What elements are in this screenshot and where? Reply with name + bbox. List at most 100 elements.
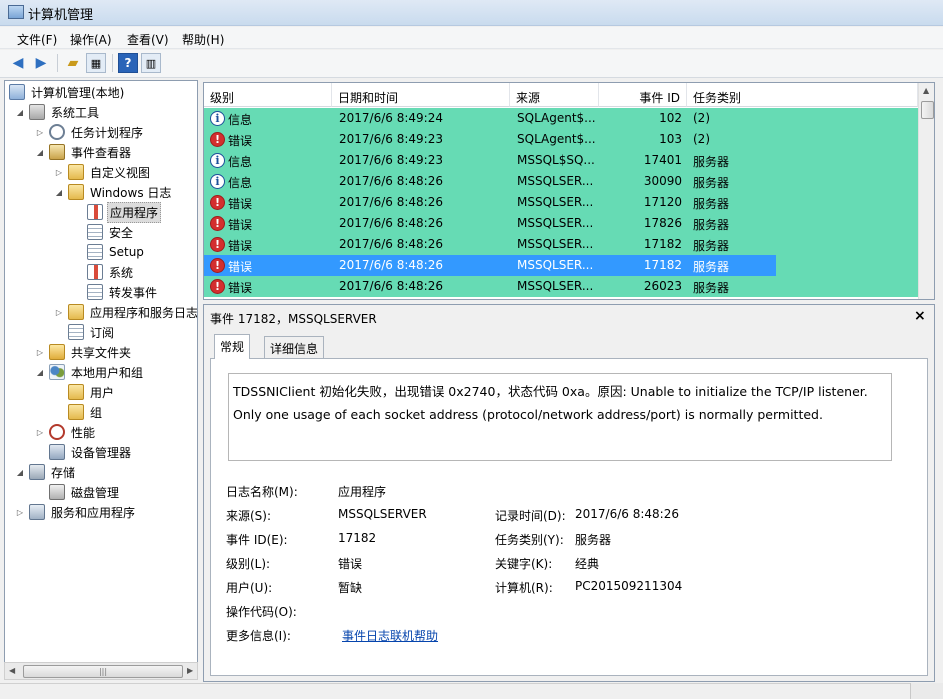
source-value: MSSQLSERVER — [338, 507, 427, 521]
tree-item-windows-logs[interactable]: ◢ Windows 日志 — [54, 182, 173, 202]
expand-arrow-icon[interactable]: ▷ — [35, 348, 45, 357]
cell-level: 错误 — [228, 239, 253, 253]
disk-icon — [49, 484, 65, 500]
tree-item-device-manager[interactable]: 设备管理器 — [49, 442, 133, 462]
column-header-level[interactable]: 级别 — [204, 83, 332, 107]
cell-level: 错误 — [228, 260, 253, 274]
tree-item-system-tools[interactable]: ◢ 系统工具 — [15, 102, 101, 122]
expand-arrow-icon[interactable]: ▷ — [54, 168, 64, 177]
column-header-source[interactable]: 来源 — [510, 83, 599, 107]
tree-item-disk-management[interactable]: 磁盘管理 — [49, 482, 121, 502]
help-icon[interactable]: ? — [118, 53, 138, 73]
computer-icon — [9, 84, 25, 100]
collapse-arrow-icon[interactable]: ◢ — [15, 468, 25, 477]
cell-event-id: 102 — [659, 111, 682, 125]
tree-item-performance[interactable]: ▷ 性能 — [35, 422, 97, 442]
event-row[interactable]: ! 错误 2017/6/6 8:48:26 MSSQLSER... 17182 服务器 — [204, 255, 918, 276]
online-help-link[interactable]: 事件日志联机帮助 — [342, 627, 438, 644]
expand-arrow-icon[interactable]: ▷ — [15, 508, 25, 517]
scroll-left-arrow-icon[interactable]: ◀ — [9, 666, 15, 675]
menu-action[interactable]: 操作(A) — [70, 31, 112, 48]
tree-item-shared-folders[interactable]: ▷ 共享文件夹 — [35, 342, 133, 362]
error-icon: ! — [210, 237, 225, 252]
task-category-value: 服务器 — [575, 533, 612, 547]
forward-arrow-icon[interactable]: ▶ — [31, 53, 51, 73]
expand-arrow-icon[interactable]: ▷ — [35, 428, 45, 437]
tree-item-task-scheduler[interactable]: ▷ 任务计划程序 — [35, 122, 145, 142]
resize-grip[interactable] — [910, 683, 943, 699]
expand-arrow-icon[interactable]: ▷ — [35, 128, 45, 137]
event-row[interactable]: i 信息 2017/6/6 8:48:26 MSSQLSER... 30090 服务器 — [204, 171, 918, 192]
tab-general[interactable]: 常规 — [214, 334, 251, 359]
event-row[interactable]: ! 错误 2017/6/6 8:48:26 MSSQLSER... 17826 服务器 — [204, 213, 918, 234]
up-folder-icon[interactable]: ▰ — [63, 53, 83, 73]
event-id-label: 事件 ID(E): — [226, 533, 288, 547]
event-detail-pane: 事件 17182，MSSQLSERVER × 常规 详细信息 TDSSNICli… — [203, 304, 935, 682]
cell-source: MSSQLSER... — [517, 195, 594, 209]
row-selection-highlight — [204, 255, 776, 276]
tree-item-groups[interactable]: 组 — [68, 402, 104, 422]
show-hide-tree-icon[interactable]: ▦ — [86, 53, 106, 73]
navigation-tree[interactable]: 计算机管理(本地) ◢ 系统工具 ▷ 任务计划程序 ◢ 事件查看器 ▷ 自定义视图 ◢ W… — [4, 80, 198, 680]
column-header-event-id[interactable]: 事件 ID — [599, 83, 687, 107]
column-header-datetime[interactable]: 日期和时间 — [332, 83, 510, 107]
show-hide-action-pane-icon[interactable]: ▥ — [141, 53, 161, 73]
tree-item-setup-log[interactable]: Setup — [87, 242, 146, 262]
collapse-arrow-icon[interactable]: ◢ — [35, 368, 45, 377]
event-row[interactable]: ! 错误 2017/6/6 8:49:23 SQLAgent$... 103 (2) — [204, 129, 918, 150]
tree-item-storage[interactable]: ◢ 存储 — [15, 462, 77, 482]
tree-item-application-log[interactable]: 应用程序 — [87, 201, 162, 223]
column-header-task-category[interactable]: 任务类别 — [687, 83, 918, 107]
event-row[interactable]: i 信息 2017/6/6 8:49:24 SQLAgent$... 102 (2) — [204, 108, 918, 129]
event-message[interactable]: TDSSNIClient 初始化失败，出现错误 0x2740，状态代码 0xa。… — [228, 373, 892, 461]
expand-arrow-icon[interactable]: ▷ — [54, 308, 64, 317]
cell-task-category: 服务器 — [693, 197, 730, 211]
event-row[interactable]: ! 错误 2017/6/6 8:48:26 MSSQLSER... 17182 服务器 — [204, 234, 918, 255]
scroll-up-arrow-icon[interactable]: ▲ — [923, 86, 929, 95]
menu-view[interactable]: 查看(V) — [127, 31, 169, 48]
cell-datetime: 2017/6/6 8:48:26 — [339, 237, 443, 251]
event-viewer-icon — [49, 144, 65, 160]
scroll-right-arrow-icon[interactable]: ▶ — [187, 666, 193, 675]
services-icon — [29, 504, 45, 520]
grid-vertical-scrollbar[interactable]: ▲ — [918, 83, 934, 299]
tree-item-event-viewer[interactable]: ◢ 事件查看器 — [35, 142, 133, 162]
info-icon: i — [210, 153, 225, 168]
tree-item-security-log[interactable]: 安全 — [87, 222, 135, 242]
tree-item-services-apps[interactable]: ▷ 服务和应用程序 — [15, 502, 137, 522]
tree-item-app-service-logs[interactable]: ▷ 应用程序和服务日志 — [54, 302, 197, 322]
collapse-arrow-icon[interactable]: ◢ — [35, 148, 45, 157]
tree-item-local-users-groups[interactable]: ◢ 本地用户和组 — [35, 362, 145, 382]
cell-event-id: 103 — [659, 132, 682, 146]
tree-item-system-log[interactable]: 系统 — [87, 262, 135, 282]
cell-event-id: 17826 — [643, 216, 682, 230]
tree-item-subscriptions[interactable]: 订阅 — [68, 322, 116, 342]
event-list[interactable]: 级别 日期和时间 来源 事件 ID 任务类别 i 信息 2017/6/6 8:49:… — [203, 82, 935, 300]
logged-label: 记录时间(D): — [495, 509, 566, 523]
event-id-value: 17182 — [338, 531, 377, 545]
computer-value: PC201509211304 — [575, 579, 683, 593]
menu-file[interactable]: 文件(F) — [17, 31, 57, 48]
scrollbar-thumb[interactable] — [921, 101, 934, 119]
cell-event-id: 30090 — [643, 174, 682, 188]
cell-event-id: 17120 — [643, 195, 682, 209]
menu-help[interactable]: 帮助(H) — [182, 31, 224, 48]
back-arrow-icon[interactable]: ◀ — [8, 53, 28, 73]
tree-item-computer-management[interactable]: 计算机管理(本地) — [9, 82, 126, 102]
event-row[interactable]: ! 错误 2017/6/6 8:48:26 MSSQLSER... 17120 服务器 — [204, 192, 918, 213]
tab-details[interactable]: 详细信息 — [264, 336, 325, 358]
scrollbar-thumb[interactable]: ||| — [23, 665, 183, 678]
tree-item-users[interactable]: 用户 — [68, 382, 116, 402]
event-row[interactable]: i 信息 2017/6/6 8:49:23 MSSQL$SQ... 17401 服务器 — [204, 150, 918, 171]
share-folder-icon — [49, 344, 65, 360]
cell-task-category: 服务器 — [693, 239, 730, 253]
cell-datetime: 2017/6/6 8:49:24 — [339, 111, 443, 125]
collapse-arrow-icon[interactable]: ◢ — [54, 188, 64, 197]
cell-task-category: 服务器 — [693, 260, 730, 274]
event-row[interactable]: ! 错误 2017/6/6 8:48:26 MSSQLSER... 26023 服务器 — [204, 276, 918, 297]
tree-horizontal-scrollbar[interactable]: ◀ ||| ▶ — [4, 662, 198, 680]
tree-item-custom-views[interactable]: ▷ 自定义视图 — [54, 162, 152, 182]
collapse-arrow-icon[interactable]: ◢ — [15, 108, 25, 117]
close-icon[interactable]: × — [914, 308, 926, 324]
tree-item-forwarded-events[interactable]: 转发事件 — [87, 282, 159, 302]
